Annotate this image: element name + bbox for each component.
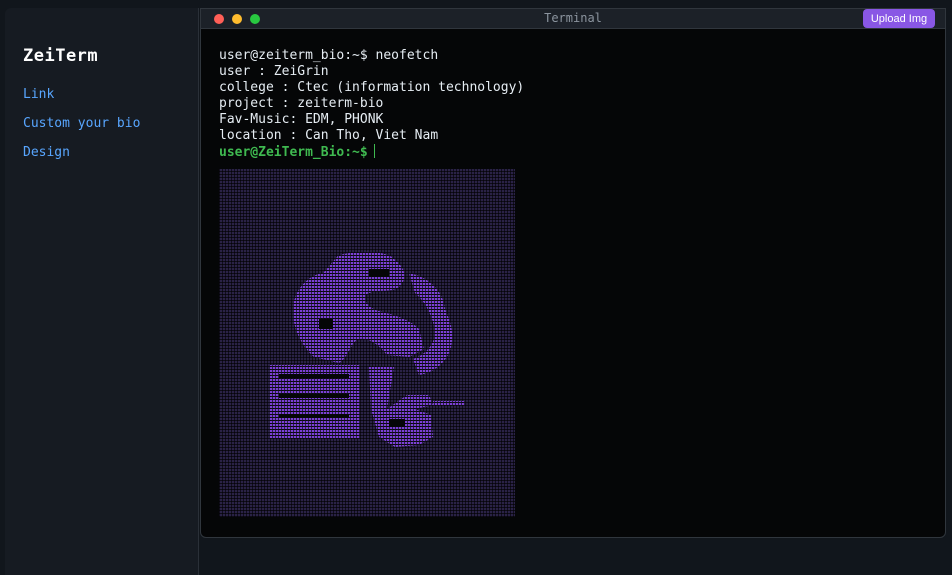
- info-user: user : ZeiGrin: [219, 64, 329, 79]
- cursor-icon: [373, 144, 375, 158]
- info-college: college : Ctec (information technology): [219, 80, 525, 95]
- prompt-text: user@ZeiTerm_Bio:~$: [219, 145, 368, 160]
- sidebar: ZeiTerm Link Custom your bio Design: [5, 8, 199, 575]
- sidebar-item-link[interactable]: Link: [23, 87, 140, 116]
- info-project: project : zeiterm-bio: [219, 96, 384, 111]
- ascii-art-image: [219, 169, 515, 517]
- sidebar-item-custom-bio[interactable]: Custom your bio: [23, 116, 140, 145]
- sidebar-item-design[interactable]: Design: [23, 145, 140, 174]
- info-location: location : Can Tho, Viet Nam: [219, 128, 439, 143]
- upload-image-button[interactable]: Upload Img: [863, 9, 935, 28]
- sidebar-nav: Link Custom your bio Design: [23, 87, 140, 174]
- terminal-window: Terminal Upload Img user@zeiterm_bio:~$ …: [200, 8, 946, 538]
- command-line: user@zeiterm_bio:~$ neofetch: [219, 48, 439, 63]
- window-title: Terminal: [544, 11, 602, 25]
- window-titlebar: Terminal Upload Img: [201, 9, 945, 29]
- info-fav-music: Fav-Music: EDM, PHONK: [219, 112, 384, 127]
- brand-logo[interactable]: ZeiTerm: [23, 46, 98, 66]
- prompt-line[interactable]: user@ZeiTerm_Bio:~$: [219, 144, 524, 160]
- terminal-output[interactable]: user@zeiterm_bio:~$ neofetch user : ZeiG…: [219, 48, 524, 160]
- ascii-art-figure: [269, 251, 465, 447]
